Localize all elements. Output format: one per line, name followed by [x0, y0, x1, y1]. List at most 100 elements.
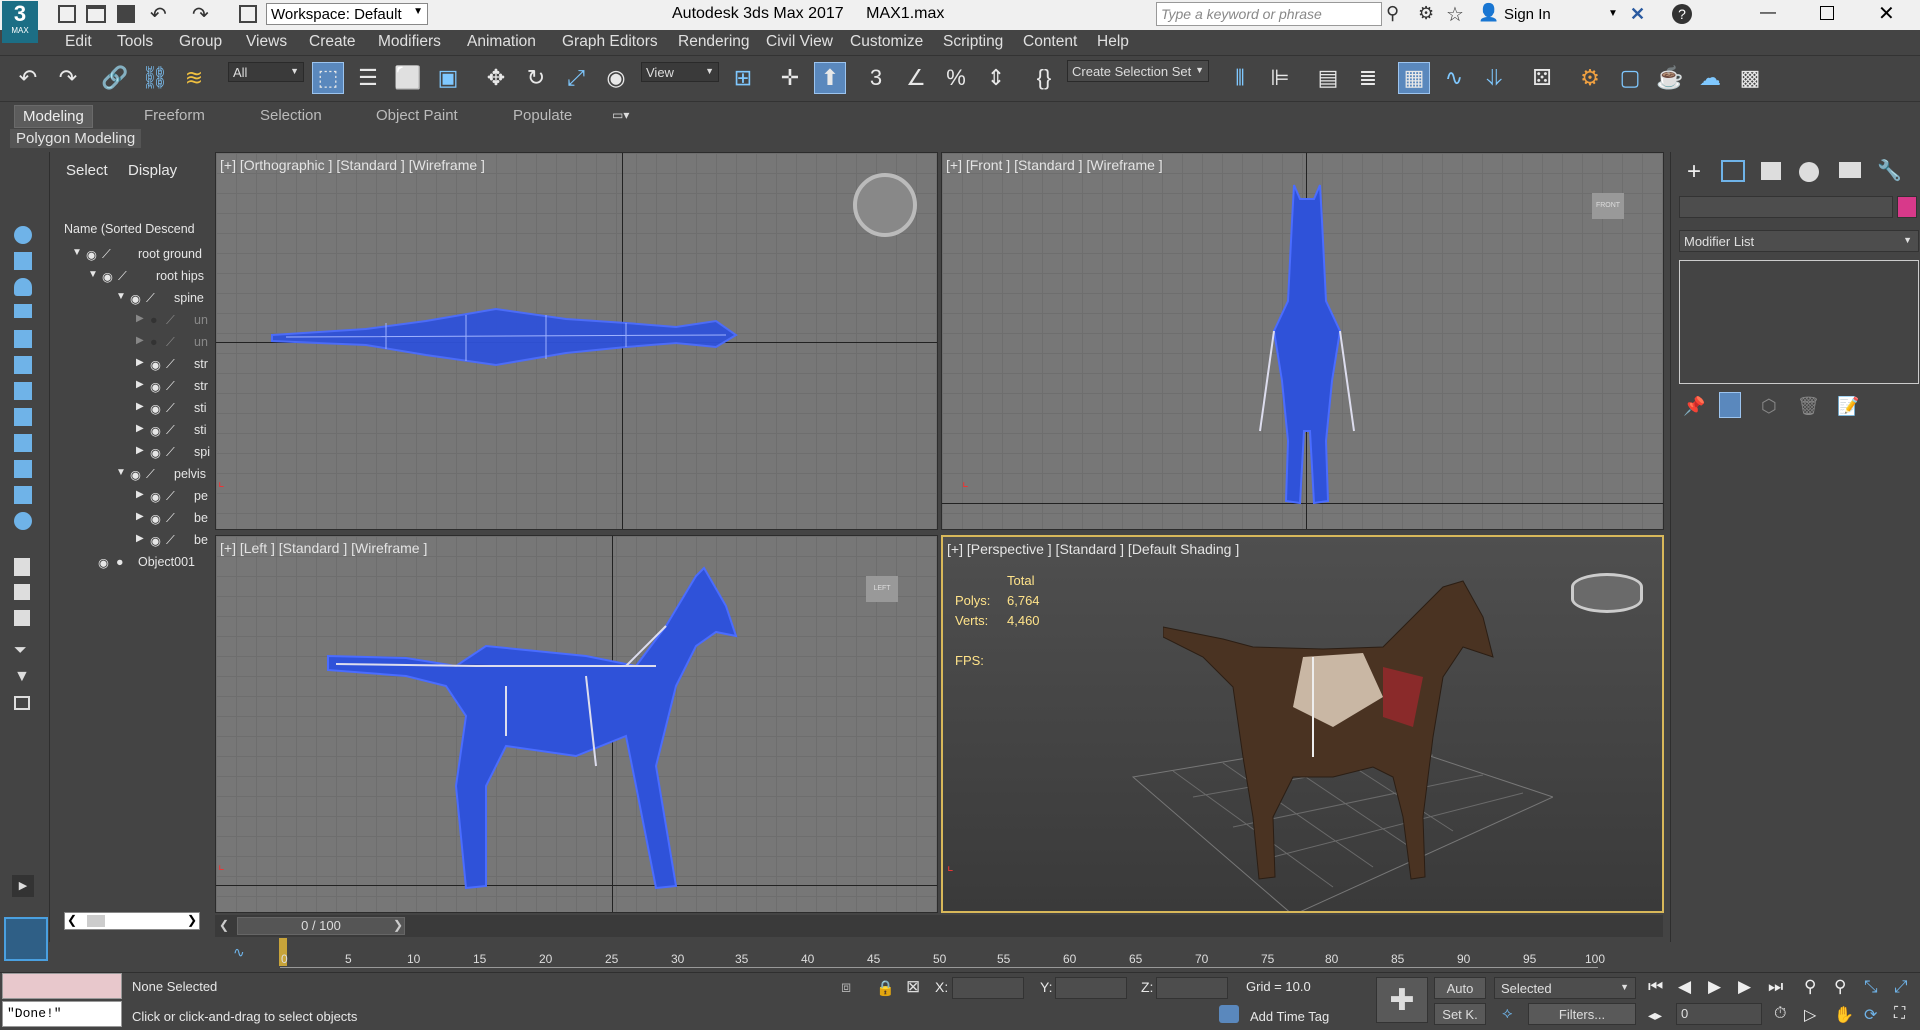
- play-icon[interactable]: ▶: [1708, 977, 1721, 997]
- collapse-arrow-icon[interactable]: ▶: [136, 313, 144, 324]
- tree-row[interactable]: ▶ ◉ ⟋ sti: [50, 397, 215, 419]
- app-logo[interactable]: 3 MAX: [2, 1, 38, 43]
- pin-stack-icon[interactable]: 📌: [1683, 396, 1705, 417]
- save-file-icon[interactable]: [117, 5, 135, 23]
- viewport-label[interactable]: [+] [Orthographic ] [Standard ] [Wirefra…: [220, 157, 485, 173]
- align-icon[interactable]: ⊫: [1264, 62, 1296, 94]
- viewport-layout-icon[interactable]: [4, 917, 48, 961]
- viewcube-perspective-icon[interactable]: [1571, 573, 1643, 613]
- hierarchy-icon[interactable]: [14, 610, 30, 626]
- move-icon[interactable]: ✥: [480, 62, 512, 94]
- expand-arrow-icon[interactable]: ▼: [88, 269, 98, 280]
- add-time-tag[interactable]: Add Time Tag: [1250, 1009, 1329, 1024]
- render-production-icon[interactable]: ☕: [1654, 62, 1686, 94]
- viewport-label[interactable]: [+] [Left ] [Standard ] [Wireframe ]: [220, 540, 427, 556]
- communication-icon[interactable]: ⚙: [1418, 3, 1434, 24]
- search-input[interactable]: Type a keyword or phrase: [1156, 2, 1382, 26]
- viewport-front[interactable]: [+] [Front ] [Standard ] [Wireframe ] FR…: [941, 152, 1664, 530]
- field-of-view-icon[interactable]: ▷: [1804, 1005, 1816, 1025]
- pan-icon[interactable]: ✋: [1834, 1005, 1854, 1025]
- shapes-icon[interactable]: [14, 252, 32, 270]
- rotate-icon[interactable]: ↻: [520, 62, 552, 94]
- user-icon[interactable]: 👤: [1478, 3, 1499, 23]
- auto-key-button[interactable]: Auto: [1434, 977, 1486, 999]
- tree-row[interactable]: ▶ ◉ ⟋ str: [50, 353, 215, 375]
- current-frame-field[interactable]: 0: [1676, 1003, 1762, 1025]
- explorer-scrollbar[interactable]: ❮ ❯: [64, 912, 200, 930]
- select-by-name-icon[interactable]: ☰: [352, 62, 384, 94]
- scroll-right-icon[interactable]: ❯: [187, 913, 197, 927]
- explorer-tab-display[interactable]: Display: [128, 162, 177, 179]
- star-icon[interactable]: ☆: [1446, 2, 1464, 27]
- tree-row[interactable]: ▶ ◉ ⟋ be: [50, 529, 215, 551]
- scroll-left-icon[interactable]: ❮: [67, 913, 77, 927]
- keyboard-shortcut-override-icon[interactable]: ⬆: [814, 62, 846, 94]
- menu-customize[interactable]: Customize: [850, 33, 923, 51]
- tree-row[interactable]: ◉ ● Object001: [50, 551, 215, 573]
- x-coordinate-field[interactable]: [952, 977, 1024, 999]
- maximize-viewport-icon[interactable]: ⛶: [1894, 1005, 1905, 1023]
- open-file-icon[interactable]: [86, 5, 106, 23]
- freeze-icon[interactable]: [14, 584, 30, 600]
- material-editor-icon[interactable]: ⚄: [1526, 62, 1558, 94]
- menu-content[interactable]: Content: [1023, 33, 1077, 51]
- viewcube-compass-icon[interactable]: [853, 173, 917, 237]
- zoom-extents-all-icon[interactable]: ⤢: [1894, 977, 1908, 997]
- collapse-arrow-icon[interactable]: ▶: [136, 511, 144, 522]
- particle-icon[interactable]: [14, 486, 32, 504]
- layer-explorer-icon[interactable]: ≣: [1352, 62, 1384, 94]
- binoculars-icon[interactable]: ⚲: [1386, 3, 1399, 24]
- set-key-large-button[interactable]: ✚: [1376, 977, 1428, 1023]
- tree-row[interactable]: ▶ ● ⟋ un: [50, 309, 215, 331]
- select-manipulate-icon[interactable]: ✛: [774, 62, 806, 94]
- track-bar[interactable]: ∿ 0 5 10 15 20 25 30 35 40 45 50 55 60 6…: [215, 938, 1663, 968]
- key-mode-dropdown[interactable]: Selected ▼: [1494, 977, 1636, 999]
- menu-create[interactable]: Create: [309, 33, 356, 51]
- a360-gallery-icon[interactable]: ▩: [1734, 62, 1766, 94]
- space-warp-icon[interactable]: [14, 356, 32, 374]
- eye-icon[interactable]: ◉: [130, 291, 141, 306]
- display-all-icon[interactable]: [14, 512, 32, 530]
- motion-tab-icon[interactable]: [1799, 162, 1819, 182]
- place-icon[interactable]: ◉: [600, 62, 632, 94]
- angle-snap-icon[interactable]: ∠: [900, 62, 932, 94]
- zoom-icon[interactable]: ⚲: [1804, 977, 1816, 997]
- ribbon-panel-title[interactable]: Polygon Modeling: [10, 129, 142, 148]
- redo-icon[interactable]: ↷: [192, 2, 209, 27]
- schematic-view-icon[interactable]: ⥥: [1478, 62, 1510, 94]
- container-icon[interactable]: [14, 460, 32, 478]
- orbit-icon[interactable]: ⟳: [1864, 1005, 1877, 1025]
- expand-arrow-icon[interactable]: ▼: [116, 467, 126, 478]
- layer-icon[interactable]: [14, 558, 30, 576]
- z-coordinate-field[interactable]: [1156, 977, 1228, 999]
- go-to-start-icon[interactable]: ⏮: [1648, 977, 1663, 997]
- redo-icon[interactable]: ↷: [52, 62, 84, 94]
- tab-modeling[interactable]: Modeling: [14, 105, 93, 128]
- viewcube-left-icon[interactable]: LEFT: [866, 576, 898, 602]
- percent-snap-icon[interactable]: %: [940, 62, 972, 94]
- collapse-arrow-icon[interactable]: ▶: [136, 445, 144, 456]
- modifier-stack[interactable]: [1679, 260, 1919, 384]
- mirror-icon[interactable]: ⫴: [1224, 62, 1256, 94]
- expand-arrow-icon[interactable]: ▼: [72, 247, 82, 258]
- eye-icon[interactable]: ◉: [150, 489, 161, 504]
- rendered-frame-window-icon[interactable]: ▢: [1614, 62, 1646, 94]
- hierarchy-tab-icon[interactable]: [1761, 162, 1781, 180]
- menu-help[interactable]: Help: [1097, 33, 1129, 51]
- camera-icon[interactable]: [14, 304, 32, 318]
- time-slider-thumb[interactable]: 0 / 100: [237, 917, 405, 935]
- key-mode-toggle-icon[interactable]: ◂▸: [1648, 1007, 1662, 1024]
- eye-icon[interactable]: ◉: [150, 423, 161, 438]
- show-end-result-icon[interactable]: [1719, 392, 1741, 418]
- tab-populate[interactable]: Populate: [505, 105, 580, 126]
- isolate-selection-icon[interactable]: ⧈: [841, 979, 851, 997]
- bone-icon[interactable]: [14, 434, 32, 452]
- minimize-button[interactable]: —: [1760, 4, 1776, 22]
- new-file-icon[interactable]: [58, 5, 76, 23]
- light-icon[interactable]: [14, 278, 32, 296]
- modifier-list-dropdown[interactable]: Modifier List ▼: [1679, 230, 1919, 252]
- helper-icon[interactable]: [14, 330, 32, 348]
- viewport-orthographic[interactable]: [+] [Orthographic ] [Standard ] [Wirefra…: [215, 152, 938, 530]
- tree-row[interactable]: ▼ ◉ ⟋ root hips: [50, 265, 215, 287]
- select-object-icon[interactable]: ⬚: [312, 62, 344, 94]
